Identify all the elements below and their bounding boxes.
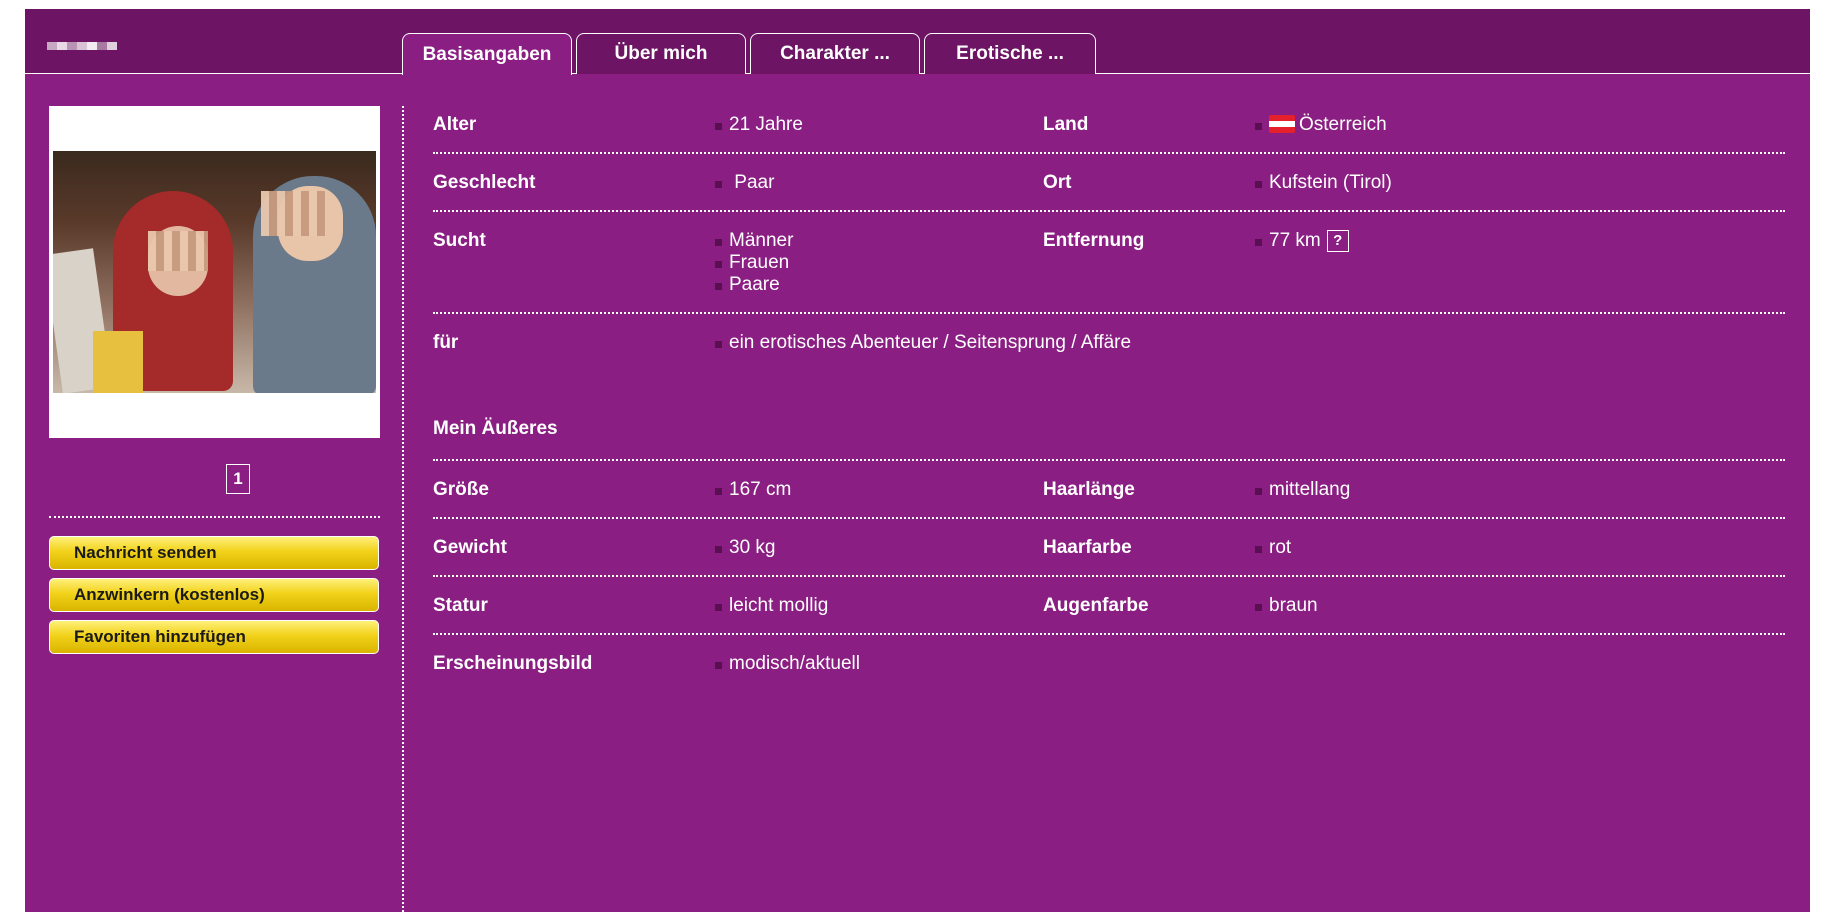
send-message-button[interactable]: Nachricht senden: [49, 536, 379, 570]
label-ort: Ort: [1043, 172, 1072, 193]
profile-tabs: Basisangaben Über mich Charakter ... Ero…: [402, 33, 1096, 75]
help-icon[interactable]: ?: [1326, 230, 1349, 252]
profile-page: Basisangaben Über mich Charakter ... Ero…: [25, 9, 1810, 912]
label-geschlecht: Geschlecht: [433, 172, 536, 193]
value-land: Österreich: [1255, 114, 1387, 136]
profile-sidebar: 1 Nachricht senden Anzwinkern (kostenlos…: [49, 106, 380, 654]
detail-row: Alter 21 Jahre Land Österreich: [433, 106, 1785, 154]
face-pixelation: [261, 191, 326, 236]
wink-button[interactable]: Anzwinkern (kostenlos): [49, 578, 379, 612]
face-pixelation: [148, 231, 208, 271]
detail-row: Geschlecht Paar Ort Kufstein (Tirol): [433, 154, 1785, 212]
detail-row: Größe 167 cm Haarlänge mittellang: [433, 461, 1785, 519]
label-erscheinungsbild: Erscheinungsbild: [433, 653, 593, 674]
value-haarfarbe: rot: [1255, 537, 1291, 559]
label-augenfarbe: Augenfarbe: [1043, 595, 1149, 616]
value-groesse: 167 cm: [715, 479, 791, 501]
profile-photo-frame[interactable]: [49, 106, 380, 438]
detail-row: Gewicht 30 kg Haarfarbe rot: [433, 519, 1785, 577]
value-augenfarbe: braun: [1255, 595, 1318, 617]
label-gewicht: Gewicht: [433, 537, 507, 558]
label-haarfarbe: Haarfarbe: [1043, 537, 1132, 558]
tab-basisangaben[interactable]: Basisangaben: [402, 33, 572, 75]
add-favorite-button[interactable]: Favoriten hinzufügen: [49, 620, 379, 654]
value-geschlecht: Paar: [715, 172, 774, 194]
tab-charakter[interactable]: Charakter ...: [750, 33, 920, 74]
detail-row: Erscheinungsbild modisch/aktuell: [433, 635, 1785, 693]
value-statur: leicht mollig: [715, 595, 828, 617]
label-haarlaenge: Haarlänge: [1043, 479, 1135, 500]
label-sucht: Sucht: [433, 230, 486, 251]
username-pixelated: [47, 42, 117, 58]
label-fuer: für: [433, 332, 459, 353]
tab-ueber-mich[interactable]: Über mich: [576, 33, 746, 74]
photo-page-button[interactable]: 1: [226, 464, 250, 494]
column-divider: [402, 106, 404, 912]
value-sucht: Männer Frauen Paare: [715, 230, 793, 296]
value-gewicht: 30 kg: [715, 537, 775, 559]
label-groesse: Größe: [433, 479, 489, 500]
profile-header: Basisangaben Über mich Charakter ... Ero…: [25, 9, 1810, 75]
label-entfernung: Entfernung: [1043, 230, 1145, 251]
label-land: Land: [1043, 114, 1089, 135]
label-alter: Alter: [433, 114, 477, 135]
section-title-appearance: Mein Äußeres: [433, 418, 558, 439]
tab-erotische[interactable]: Erotische ...: [924, 33, 1096, 74]
value-entfernung: 77 km?: [1255, 230, 1349, 252]
profile-photo[interactable]: [53, 151, 376, 393]
value-ort: Kufstein (Tirol): [1255, 172, 1392, 194]
value-haarlaenge: mittellang: [1255, 479, 1350, 501]
label-statur: Statur: [433, 595, 488, 616]
austria-flag-icon: [1269, 115, 1295, 133]
profile-details: Alter 21 Jahre Land Österreich Geschlech…: [433, 106, 1785, 693]
detail-row: Sucht Männer Frauen Paare Entfernung 77 …: [433, 212, 1785, 314]
detail-row: für ein erotisches Abenteuer / Seitenspr…: [433, 314, 1785, 459]
detail-row: Statur leicht mollig Augenfarbe braun: [433, 577, 1785, 635]
divider: [49, 516, 380, 518]
value-erscheinungsbild: modisch/aktuell: [715, 653, 860, 675]
value-alter: 21 Jahre: [715, 114, 803, 136]
value-fuer: ein erotisches Abenteuer / Seitensprung …: [715, 332, 1131, 354]
